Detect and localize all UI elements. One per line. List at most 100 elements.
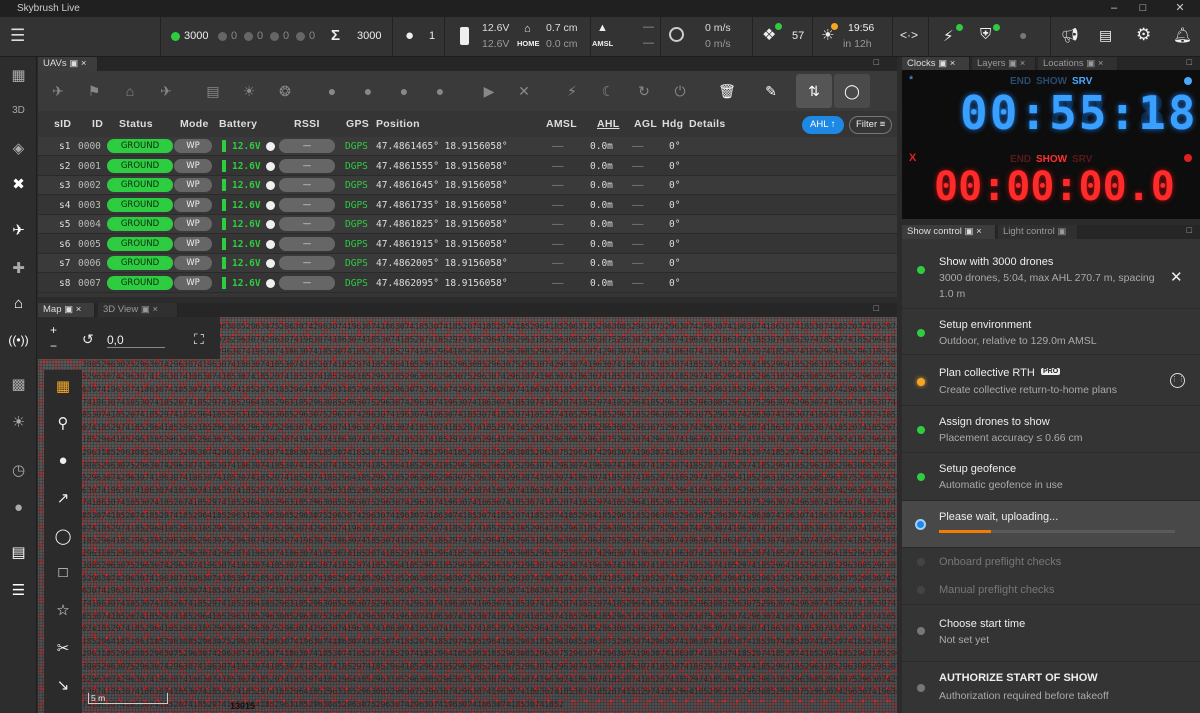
refresh-icon[interactable]: ↻: [634, 81, 654, 101]
shield-icon[interactable]: ⛨: [980, 26, 991, 43]
close-button[interactable]: ✕: [1160, 0, 1200, 17]
header-id[interactable]: ID: [92, 118, 103, 130]
ahl-sort-button[interactable]: AHL ↑: [802, 116, 844, 134]
step-setup-environment[interactable]: Setup environment Outdoor, relative to 1…: [902, 309, 1200, 355]
zoom-out-icon[interactable]: −: [50, 339, 57, 353]
layers-icon[interactable]: ◈: [0, 139, 37, 157]
pencil-icon[interactable]: ✎: [761, 81, 781, 101]
table-row[interactable]: s7 0006 GROUND WP 12.6V — DGPS 47.4862005° 18.9…: [38, 254, 897, 273]
table-row[interactable]: s5 0004 GROUND WP 12.6V — DGPS 47.4861825° 18.9…: [38, 215, 897, 234]
step-manual-checks[interactable]: Manual preflight checks: [902, 576, 1200, 605]
battery-home-indicator[interactable]: 12.6V 12.6V ⌂ HOME 0.7 cm 0.0 cm: [444, 17, 590, 57]
step-onboard-checks[interactable]: Onboard preflight checks: [902, 548, 1200, 576]
scissors-icon[interactable]: ✂: [44, 639, 82, 657]
step-choose-start-time[interactable]: Choose start time Not set yet: [902, 605, 1200, 662]
alarm-icon[interactable]: ◷: [0, 461, 37, 479]
more-options-icon[interactable]: ⋮⋮: [1170, 373, 1185, 388]
tab-clocks[interactable]: Clocks ▣ ×: [902, 57, 970, 71]
megaphone-icon[interactable]: 📢︎: [1061, 27, 1079, 44]
header-ahl[interactable]: AHL: [597, 118, 619, 130]
header-details[interactable]: Details: [689, 118, 726, 130]
close-icon[interactable]: ✕: [514, 81, 534, 101]
header-amsl[interactable]: AMSL: [546, 118, 577, 130]
hamburger-menu-icon[interactable]: ☰: [10, 26, 25, 46]
edit-tool-icon[interactable]: ↘: [44, 676, 82, 694]
uav-status-counts[interactable]: 3000 0 0 0 0 Σ: [160, 17, 365, 57]
filter-button[interactable]: Filter ≡: [849, 116, 893, 134]
flag-icon[interactable]: ⚑: [84, 81, 104, 101]
amsl-indicator[interactable]: ▲ AMSL — —: [590, 17, 660, 57]
rectangle-tool-icon[interactable]: □: [44, 564, 82, 581]
header-rssi[interactable]: RSSI: [294, 118, 320, 130]
clock-indicator[interactable]: ☀ 19:56 in 12h: [812, 17, 892, 57]
rotate-icon[interactable]: ↺: [82, 331, 94, 348]
point-tool-icon[interactable]: ●: [44, 452, 82, 469]
star-tool-icon[interactable]: ☆: [44, 601, 82, 619]
connection-indicator[interactable]: <·>: [892, 17, 928, 57]
sun-icon[interactable]: ☀: [239, 81, 259, 101]
table-row[interactable]: s8 0007 GROUND WP 12.6V — DGPS 47.4862095° 18.9…: [38, 274, 897, 293]
gear-icon[interactable]: ⚙: [1136, 25, 1151, 45]
antenna-icon[interactable]: ((•)): [0, 333, 37, 347]
select-all-button[interactable]: ◯: [834, 74, 870, 108]
maximize-button[interactable]: □: [1123, 0, 1163, 17]
circle-icon[interactable]: ●: [322, 81, 342, 101]
circle-icon[interactable]: ●: [358, 81, 378, 101]
sort-toggle-button[interactable]: ⇅: [796, 74, 832, 108]
tab-map[interactable]: Map ▣ ×: [38, 303, 95, 317]
home-circle-icon[interactable]: ⌂: [0, 295, 37, 312]
table-row[interactable]: s6 0005 GROUND WP 12.6V — DGPS 47.4861915° 18.9…: [38, 235, 897, 254]
close-icon[interactable]: ✕: [1170, 268, 1183, 286]
land-icon[interactable]: ✈: [156, 81, 176, 101]
drone-icon[interactable]: ✚: [0, 259, 37, 277]
maximize-panel-icon[interactable]: □: [874, 57, 879, 67]
header-position[interactable]: Position: [376, 118, 420, 130]
polyline-tool-icon[interactable]: ↗: [44, 489, 82, 507]
clipboard-icon[interactable]: ▤: [203, 81, 223, 101]
list-icon[interactable]: ☰: [0, 581, 37, 599]
zoom-tool-icon[interactable]: ⚲: [44, 414, 82, 432]
circle-tool-icon[interactable]: ◯: [44, 527, 82, 545]
table-row[interactable]: s3 0002 GROUND WP 12.6V — DGPS 47.4861645° 18.9…: [38, 176, 897, 195]
step-uploading[interactable]: Please wait, uploading...: [902, 501, 1200, 548]
clipboard-icon[interactable]: ▤: [0, 543, 37, 561]
user-icon[interactable]: ●: [1019, 27, 1027, 43]
tab-locations[interactable]: Locations ▣ ×: [1038, 57, 1118, 71]
trash-icon[interactable]: 🗑︎: [717, 81, 737, 101]
step-assign-drones[interactable]: Assign drones to show Placement accuracy…: [902, 406, 1200, 453]
maximize-panel-icon[interactable]: □: [1187, 57, 1192, 67]
header-battery[interactable]: Battery: [219, 118, 257, 130]
toolbox-icon[interactable]: ▤: [1099, 27, 1112, 44]
tab-uavs[interactable]: UAVs ▣ ×: [38, 57, 98, 71]
step-show-file[interactable]: Show with 3000 drones 3000 drones, 5:04,…: [902, 239, 1200, 309]
header-hdg[interactable]: Hdg: [662, 118, 683, 130]
table-row[interactable]: s4 0003 GROUND WP 12.6V — DGPS 47.4861735° 18.9…: [38, 196, 897, 215]
tab-layers[interactable]: Layers ▣ ×: [972, 57, 1036, 71]
header-status[interactable]: Status: [119, 118, 153, 130]
zoom-in-icon[interactable]: +: [50, 323, 57, 337]
power-icon[interactable]: ⏻: [670, 81, 690, 101]
header-mode[interactable]: Mode: [180, 118, 209, 130]
home-icon[interactable]: ⌂: [120, 81, 140, 101]
step-plan-rth[interactable]: Plan collective RTH PRO Create collectiv…: [902, 355, 1200, 406]
map-icon[interactable]: ▦: [0, 66, 37, 84]
takeoff-icon[interactable]: ✈: [48, 81, 68, 101]
header-sid[interactable]: sID: [54, 118, 71, 130]
maximize-panel-icon[interactable]: □: [874, 303, 879, 313]
compass-icon[interactable]: ❂: [275, 81, 295, 101]
grid-icon[interactable]: ▩: [0, 375, 37, 393]
header-agl[interactable]: AGL: [634, 118, 657, 130]
group-indicator[interactable]: ●︎ 1: [392, 17, 444, 57]
maximize-panel-icon[interactable]: □: [1187, 225, 1192, 235]
bell-icon[interactable]: 🔔︎: [1173, 26, 1192, 44]
plug-icon[interactable]: ⚡: [943, 27, 954, 45]
3d-view-icon[interactable]: 3D: [0, 105, 37, 116]
tab-light-control[interactable]: Light control ▣ ×: [998, 225, 1078, 251]
satellite-indicator[interactable]: ❖ 57: [752, 17, 812, 57]
select-box-icon[interactable]: ▦: [44, 377, 82, 395]
tools-icon[interactable]: ✖: [0, 175, 37, 193]
step-setup-geofence[interactable]: Setup geofence Automatic geofence in use: [902, 453, 1200, 501]
header-gps[interactable]: GPS: [346, 118, 369, 130]
rotation-input[interactable]: 0,0: [107, 333, 165, 348]
light-icon[interactable]: ☀: [0, 413, 37, 431]
